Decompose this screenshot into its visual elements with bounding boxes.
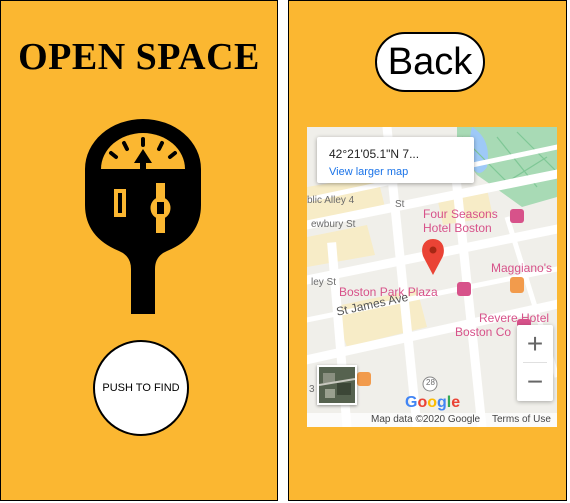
map-label-revere-2: Boston Co: [455, 325, 512, 339]
map-label-bottom-left: 3: [309, 384, 315, 395]
zoom-out-button[interactable]: −: [517, 363, 553, 400]
map-data-attribution: Map data ©2020 Google: [371, 414, 481, 425]
map-info-card: 42°21'05.1"N 7... View larger map: [317, 137, 474, 183]
map-route-number: 28: [426, 378, 435, 387]
map-attribution-bar: Map data ©2020 Google Terms of Use: [307, 413, 557, 427]
map-label-revere-1: Revere Hotel: [479, 311, 550, 325]
map-label-st: St: [395, 199, 405, 210]
google-logo: Google: [405, 394, 461, 411]
map-label-four-seasons-2: Hotel Boston: [423, 221, 492, 235]
push-to-find-button[interactable]: PUSH TO FIND: [93, 340, 189, 436]
back-button[interactable]: Back: [375, 32, 485, 92]
map-embed[interactable]: blic Alley 4 ewbury St St ley St Four Se…: [307, 127, 557, 427]
map-label-four-seasons-1: Four Seasons: [423, 207, 498, 221]
right-panel: Back blic Alley 4 ewbury St St ley St Fo…: [288, 0, 567, 501]
parking-meter-icon: [85, 119, 201, 314]
left-panel: OPEN SPACE PUSH TO FIND: [0, 0, 278, 501]
terms-of-use-link[interactable]: Terms of Use: [492, 414, 551, 425]
satellite-thumbnail-button[interactable]: [317, 365, 357, 405]
satellite-icon: [318, 367, 356, 403]
map-label-newbury: ewbury St: [311, 219, 356, 230]
map-label-maggianos: Maggiano's: [491, 261, 552, 275]
map-label-public-alley: blic Alley 4: [307, 195, 355, 206]
map-label-ley-st: ley St: [311, 277, 337, 288]
zoom-in-button[interactable]: +: [517, 325, 553, 362]
view-larger-map-link[interactable]: View larger map: [329, 166, 408, 178]
map-zoom-controls: + −: [517, 325, 553, 401]
map-coordinates: 42°21'05.1"N 7...: [329, 147, 420, 161]
app-title: OPEN SPACE: [18, 36, 260, 78]
